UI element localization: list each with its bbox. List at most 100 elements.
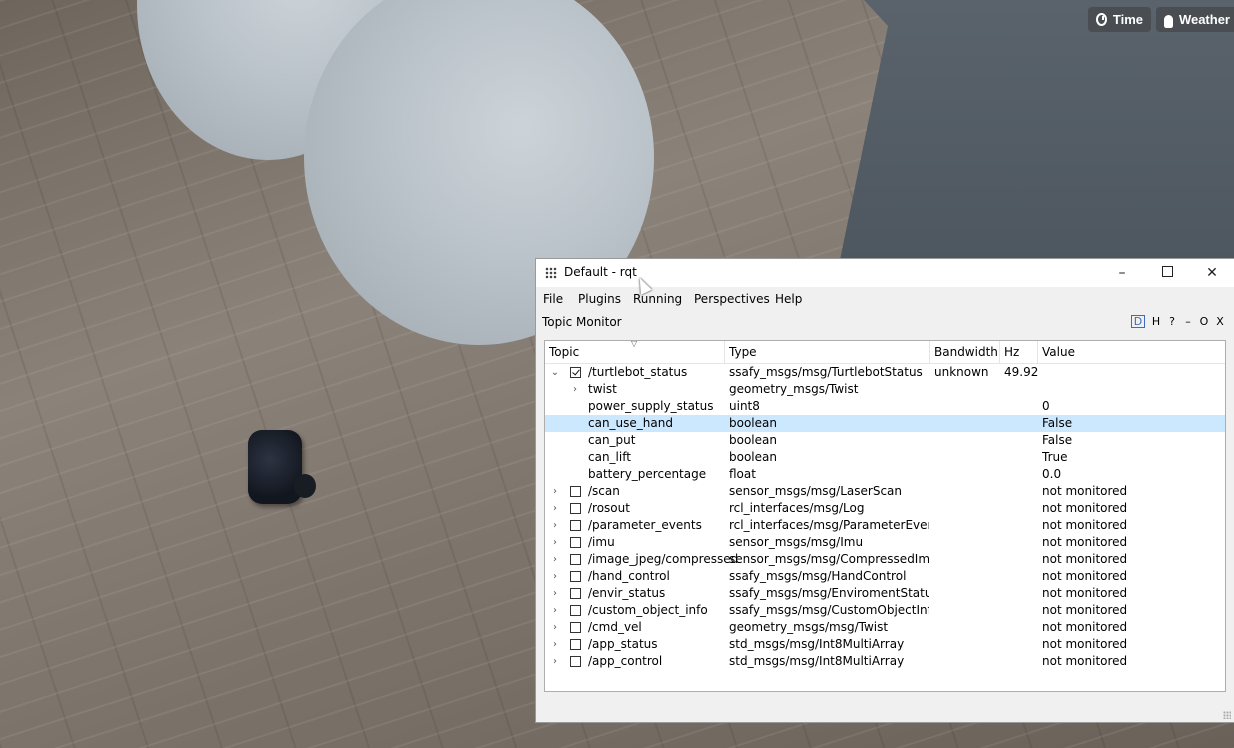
table-row[interactable]: can_use_hand boolean False <box>545 415 1225 432</box>
plugin-controls: D H ? – O X <box>1131 315 1225 328</box>
topic-tree[interactable]: ▽ Topic Type Bandwidth Hz Value ⌄ /turtle… <box>544 340 1226 692</box>
chevron-right-icon[interactable]: › <box>550 619 560 636</box>
topic-type: ssafy_msgs/msg/HandControl <box>729 569 907 583</box>
menu-file[interactable]: File <box>543 292 563 306</box>
topic-value: False <box>1042 416 1073 430</box>
resize-grip[interactable] <box>1223 711 1231 719</box>
topic-hz: 49.92 <box>1004 365 1038 379</box>
help-button[interactable]: H <box>1151 315 1161 328</box>
table-body: ⌄ /turtlebot_status ssafy_msgs/msg/Turtleb… <box>545 364 1225 670</box>
topic-value: 0 <box>1042 399 1050 413</box>
table-row[interactable]: battery_percentage float 0.0 <box>545 466 1225 483</box>
topic-name: /image_jpeg/compressed <box>588 552 739 566</box>
monitor-checkbox[interactable] <box>570 486 581 497</box>
table-row[interactable]: › /rosout rcl_interfaces/msg/Log not monito… <box>545 500 1225 517</box>
table-row[interactable]: can_lift boolean True <box>545 449 1225 466</box>
weather-button-label: Weather <box>1178 12 1230 27</box>
topic-name: /scan <box>588 484 620 498</box>
monitor-checkbox[interactable] <box>570 554 581 565</box>
topic-type: uint8 <box>729 399 760 413</box>
monitor-checkbox[interactable] <box>570 639 581 650</box>
topic-type: float <box>729 467 756 481</box>
monitor-checkbox[interactable] <box>570 622 581 633</box>
table-row[interactable]: › /envir_status ssafy_msgs/msg/EnviromentS… <box>545 585 1225 602</box>
table-row[interactable]: ⌄ /turtlebot_status ssafy_msgs/msg/Turtleb… <box>545 364 1225 381</box>
chevron-right-icon[interactable]: › <box>550 551 560 568</box>
topic-type: boolean <box>729 450 777 464</box>
chevron-right-icon[interactable]: › <box>550 500 560 517</box>
topic-type: ssafy_msgs/msg/TurtlebotStatus <box>729 365 923 379</box>
topic-name: /hand_control <box>588 569 670 583</box>
maximize-button[interactable] <box>1153 263 1181 283</box>
close-button[interactable]: ✕ <box>1198 263 1226 283</box>
header-topic[interactable]: Topic <box>545 341 725 363</box>
header-bandwidth[interactable]: Bandwidth <box>930 341 1000 363</box>
wall <box>840 0 1234 260</box>
table-row[interactable]: › /custom_object_info ssafy_msgs/msg/Custo… <box>545 602 1225 619</box>
monitor-checkbox[interactable] <box>570 520 581 531</box>
plugin-close-button[interactable]: X <box>1215 315 1225 328</box>
table-row[interactable]: › twist geometry_msgs/Twist <box>545 381 1225 398</box>
chevron-right-icon[interactable]: › <box>550 534 560 551</box>
maximize-icon <box>1161 266 1173 277</box>
topic-value: not monitored <box>1042 484 1128 498</box>
app-grid-icon <box>545 267 557 279</box>
chevron-right-icon[interactable]: › <box>550 636 560 653</box>
monitor-checkbox[interactable] <box>570 588 581 599</box>
dock-button[interactable]: D <box>1131 315 1145 328</box>
chevron-right-icon[interactable]: › <box>550 585 560 602</box>
chevron-right-icon[interactable]: › <box>570 381 580 398</box>
topic-value: not monitored <box>1042 654 1128 668</box>
plugin-minimize-button[interactable]: – <box>1183 315 1193 328</box>
chevron-right-icon[interactable]: › <box>550 483 560 500</box>
minimize-icon: – <box>1118 265 1126 281</box>
weather-button[interactable]: Weather <box>1156 7 1234 32</box>
chevron-right-icon[interactable]: › <box>550 568 560 585</box>
table-row[interactable]: › /app_status std_msgs/msg/Int8MultiArray n… <box>545 636 1225 653</box>
topic-type: boolean <box>729 416 777 430</box>
table-row[interactable]: › /cmd_vel geometry_msgs/msg/Twist not moni… <box>545 619 1225 636</box>
topic-name: /app_status <box>588 637 658 651</box>
time-button[interactable]: Time <box>1088 7 1151 32</box>
monitor-checkbox[interactable] <box>570 605 581 616</box>
topic-value: not monitored <box>1042 535 1128 549</box>
table-row[interactable]: › /scan sensor_msgs/msg/LaserScan not monit… <box>545 483 1225 500</box>
monitor-checkbox[interactable] <box>570 571 581 582</box>
header-hz[interactable]: Hz <box>1000 341 1038 363</box>
table-row[interactable]: › /app_control std_msgs/msg/Int8MultiArray… <box>545 653 1225 670</box>
topic-type: ssafy_msgs/msg/EnviromentStatus <box>729 586 929 600</box>
monitor-checkbox[interactable] <box>570 367 581 378</box>
table-row[interactable]: › /imu sensor_msgs/msg/Imu not monitored <box>545 534 1225 551</box>
table-row[interactable]: › /parameter_events rcl_interfaces/msg/Par… <box>545 517 1225 534</box>
minimize-button[interactable]: – <box>1108 263 1136 283</box>
menu-plugins[interactable]: Plugins <box>578 292 621 306</box>
table-row[interactable]: can_put boolean False <box>545 432 1225 449</box>
topic-type: geometry_msgs/msg/Twist <box>729 620 889 634</box>
table-row[interactable]: › /image_jpeg/compressed sensor_msgs/msg/C… <box>545 551 1225 568</box>
topic-type: ssafy_msgs/msg/CustomObjectInfo <box>729 603 929 617</box>
plugin-reload-button[interactable]: O <box>1199 315 1209 328</box>
topic-value: not monitored <box>1042 552 1128 566</box>
header-type[interactable]: Type <box>725 341 930 363</box>
topic-name: /envir_status <box>588 586 666 600</box>
chevron-right-icon[interactable]: › <box>550 517 560 534</box>
topic-name: twist <box>588 382 617 396</box>
monitor-checkbox[interactable] <box>570 503 581 514</box>
monitor-checkbox[interactable] <box>570 537 581 548</box>
chevron-right-icon[interactable]: › <box>550 653 560 670</box>
topic-type: sensor_msgs/msg/CompressedImage <box>729 552 929 566</box>
topic-name: /turtlebot_status <box>588 365 688 379</box>
monitor-checkbox[interactable] <box>570 656 581 667</box>
header-value[interactable]: Value <box>1038 341 1225 363</box>
topic-value: not monitored <box>1042 637 1128 651</box>
menu-help[interactable]: Help <box>775 292 802 306</box>
question-button[interactable]: ? <box>1167 315 1177 328</box>
chevron-right-icon[interactable]: › <box>550 602 560 619</box>
topic-type: rcl_interfaces/msg/ParameterEvent <box>729 518 929 532</box>
table-header: ▽ Topic Type Bandwidth Hz Value <box>545 341 1225 364</box>
chevron-down-icon[interactable]: ⌄ <box>550 364 560 381</box>
table-row[interactable]: power_supply_status uint8 0 <box>545 398 1225 415</box>
menu-perspectives[interactable]: Perspectives <box>694 292 770 306</box>
table-row[interactable]: › /hand_control ssafy_msgs/msg/HandControl… <box>545 568 1225 585</box>
topic-value: not monitored <box>1042 603 1128 617</box>
